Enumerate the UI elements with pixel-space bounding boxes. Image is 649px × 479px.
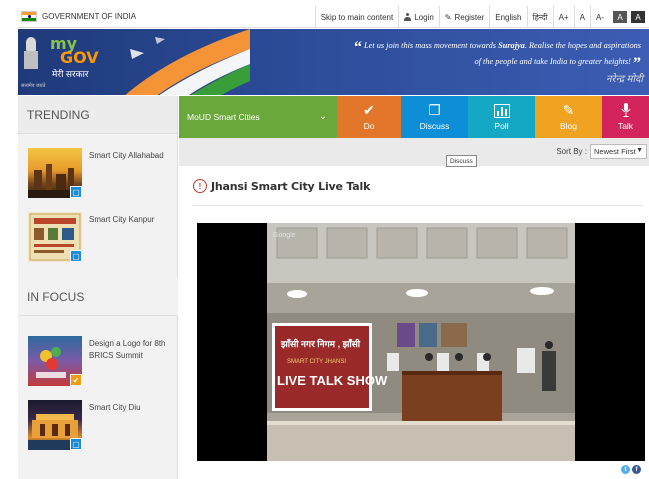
allahabad-thumbnail[interactable]: ▢ — [28, 148, 82, 198]
register-link[interactable]: ✎ Register — [438, 6, 490, 28]
language-english-link[interactable]: English — [489, 6, 526, 28]
divider — [193, 205, 643, 206]
skip-to-main-link[interactable]: Skip to main content — [314, 6, 398, 28]
tab-label: Blog — [559, 121, 577, 131]
sort-select-value: Newest First — [594, 147, 636, 156]
tab-blog[interactable]: ✎ Blog — [535, 96, 602, 138]
login-label: Login — [414, 12, 434, 22]
banner-main-text: LIVE TALK SHOW — [277, 373, 388, 388]
pm-signature: नरेन्द्र मोदी — [605, 74, 643, 85]
sort-select[interactable]: Newest First ▼ — [590, 144, 647, 159]
national-emblem-icon — [24, 37, 38, 71]
quote-text-pre: Let us join this mass movement towards — [364, 41, 499, 50]
tab-do[interactable]: ✔ Do — [337, 96, 401, 138]
font-decrease-button[interactable]: A- — [590, 6, 609, 28]
logo-hindi: मेरी सरकार — [52, 69, 89, 79]
sort-by-label: Sort By : — [556, 147, 587, 156]
user-icon — [404, 13, 412, 21]
tab-label: Do — [363, 121, 375, 131]
sidebar-item-label[interactable]: Smart City Diu — [89, 402, 173, 414]
discuss-icon: ❐ — [428, 102, 441, 118]
diu-thumbnail[interactable]: ▢ — [28, 400, 82, 450]
tab-discuss[interactable]: ❐ Discuss — [401, 96, 468, 138]
discuss-icon: ▢ — [70, 250, 82, 262]
top-links: Skip to main content Login ✎ Register Eng… — [314, 6, 649, 28]
logo-gov: GOV — [60, 48, 99, 67]
sidebar: TRENDING ▢ Smart City Allahabad ▢ Smart … — [18, 96, 178, 479]
quote-text-bold: Surajya — [498, 41, 525, 50]
talk-topic-icon: ! — [193, 179, 207, 193]
video-watermark: Google — [273, 232, 296, 239]
sort-bar: Sort By : Newest First ▼ — [179, 138, 649, 166]
india-flag-icon — [21, 11, 37, 22]
main-content: MoUD Smart Cities ⌄ ✔ Do ❐ Discuss Poll … — [179, 96, 649, 479]
sidebar-item-label[interactable]: Design a Logo for 8th BRICS Summit — [89, 338, 173, 362]
government-of-india-label: GOVERNMENT OF INDIA — [42, 12, 137, 21]
font-increase-button[interactable]: A+ — [552, 6, 574, 28]
discuss-icon: ▢ — [70, 186, 82, 198]
twitter-icon[interactable]: t — [621, 465, 630, 474]
font-normal-button[interactable]: A — [573, 6, 590, 28]
mic-icon — [621, 103, 630, 117]
mygov-logo[interactable]: my GOV मेरी सरकार — [50, 36, 99, 80]
discuss-tooltip: Discuss — [446, 155, 477, 167]
tab-label: Talk — [617, 121, 634, 131]
chevron-down-icon: ⌄ — [318, 111, 327, 122]
check-icon: ✔ — [70, 374, 82, 386]
check-icon: ✔ — [363, 102, 375, 118]
action-tabs: MoUD Smart Cities ⌄ ✔ Do ❐ Discuss Poll … — [179, 96, 649, 138]
open-quote-icon: “ — [353, 39, 362, 56]
contrast-dark-button[interactable]: A — [613, 11, 627, 23]
tab-label: Discuss — [419, 121, 450, 131]
page-title: Jhansi Smart City Live Talk — [211, 179, 371, 193]
tab-talk[interactable]: Talk — [602, 96, 649, 138]
facebook-icon[interactable]: f — [632, 465, 641, 474]
topic-header: ! Jhansi Smart City Live Talk — [193, 179, 370, 193]
register-label: Register — [454, 12, 485, 22]
language-hindi-link[interactable]: हिन्दी — [526, 6, 553, 28]
banner-sub-text: SMART CITY JHANSI — [287, 359, 346, 365]
header-banner: सत्यमेव जयते my GOV मेरी सरकार “ Let us … — [18, 29, 649, 95]
trending-heading: TRENDING — [18, 96, 177, 134]
pencil-icon: ✎ — [562, 102, 575, 118]
sidebar-item-label[interactable]: Smart City Kanpur — [89, 214, 173, 226]
video-frame: झाँसी नगर निगम , झाँसी SMART CITY JHANSI… — [197, 223, 645, 461]
in-focus-heading: IN FOCUS — [18, 278, 178, 316]
top-bar: GOVERNMENT OF INDIA Skip to main content… — [18, 6, 649, 28]
tab-label: Poll — [494, 120, 509, 131]
contrast-light-button[interactable]: A — [631, 11, 645, 23]
group-select-value: MoUD Smart Cities — [187, 112, 260, 122]
tab-poll[interactable]: Poll — [468, 96, 535, 138]
tricolor-swoosh-graphic — [125, 29, 250, 95]
login-link[interactable]: Login — [398, 6, 439, 28]
kanpur-thumbnail[interactable]: ▢ — [28, 212, 82, 262]
chevron-down-icon: ▼ — [636, 147, 643, 154]
group-select-dropdown[interactable]: MoUD Smart Cities ⌄ — [179, 96, 337, 138]
brics-thumbnail[interactable]: ✔ — [28, 336, 82, 386]
discuss-icon: ▢ — [70, 438, 82, 450]
pm-quote: “ Let us join this mass movement towards… — [351, 39, 641, 72]
emblem-caption: सत्यमेव जयते — [21, 83, 46, 89]
social-share: t f — [621, 465, 641, 474]
close-quote-icon: ” — [633, 55, 641, 72]
video-player[interactable]: झाँसी नगर निगम , झाँसी SMART CITY JHANSI… — [197, 223, 645, 461]
sidebar-item-label[interactable]: Smart City Allahabad — [89, 150, 173, 162]
pencil-icon: ✎ — [444, 12, 452, 22]
banner-hindi-text: झाँसी नगर निगम , झाँसी — [280, 338, 361, 349]
poll-icon — [493, 103, 510, 118]
